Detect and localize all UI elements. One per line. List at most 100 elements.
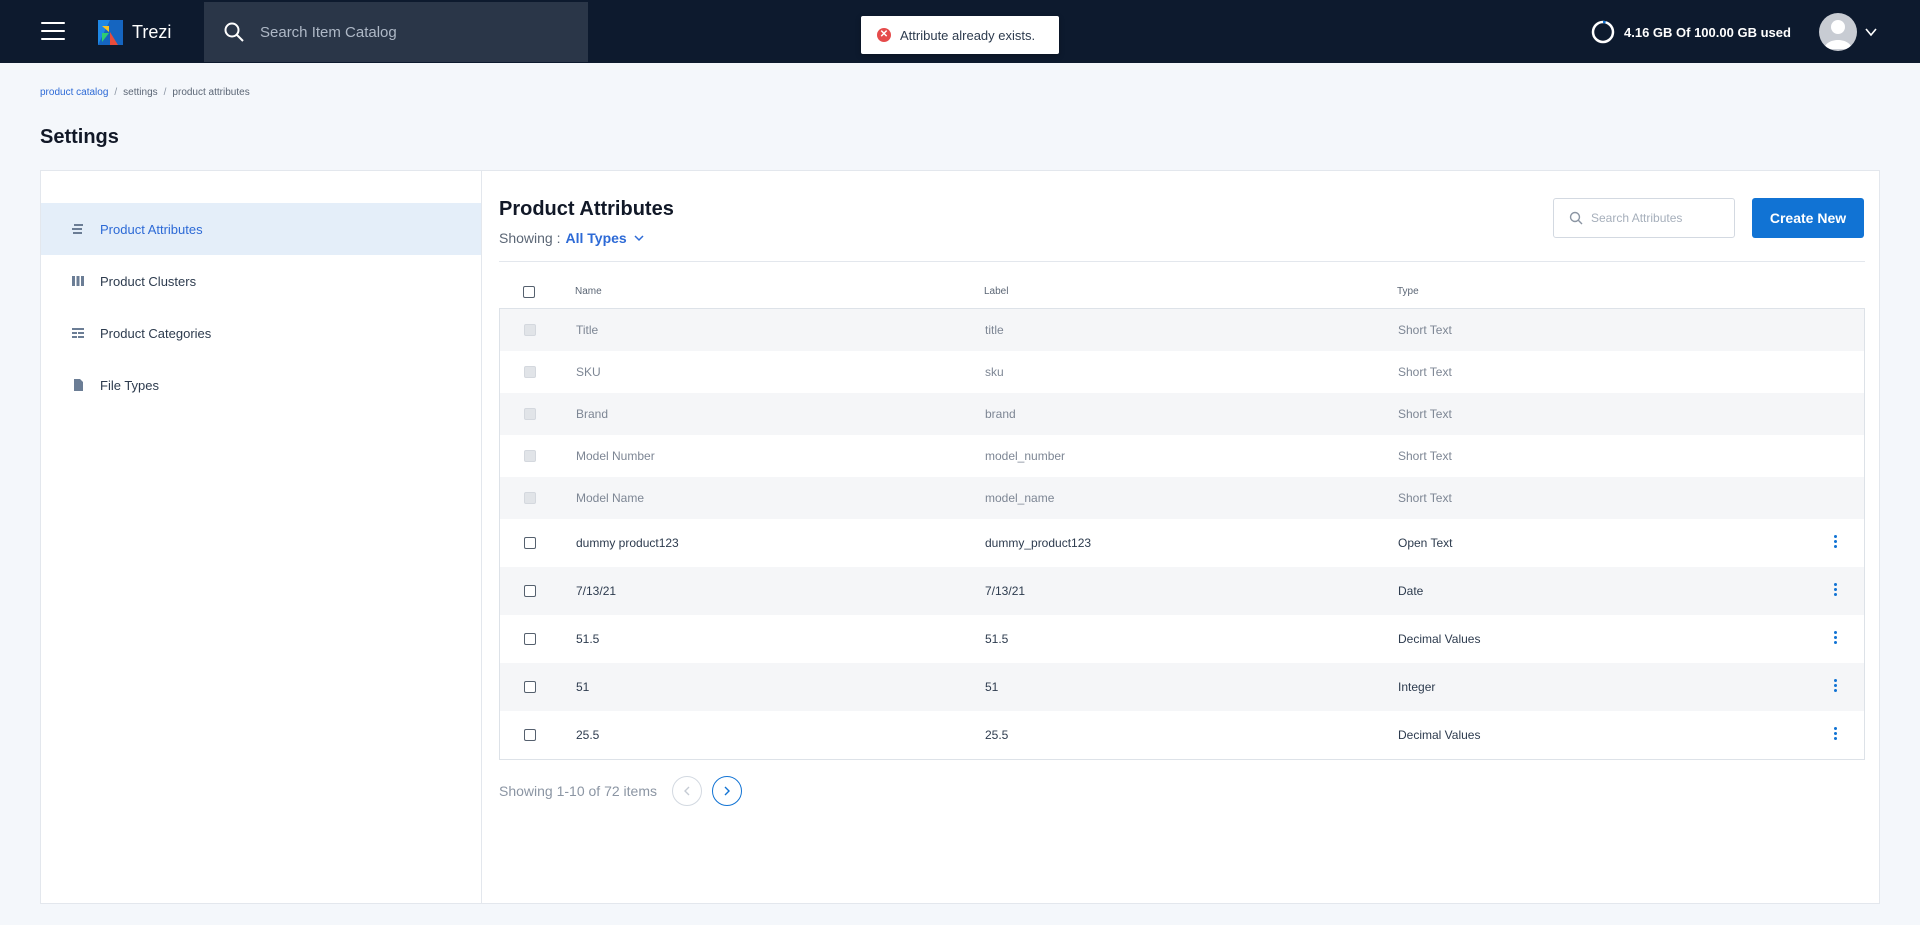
cell-name: 7/13/21: [576, 584, 617, 598]
table-row[interactable]: Model Name model_name Short Text: [500, 477, 1864, 519]
settings-sidebar: Product Attributes Product Clusters Prod…: [41, 171, 482, 903]
attribute-search-input[interactable]: [1591, 211, 1731, 225]
cell-name: 25.5: [576, 728, 600, 742]
row-actions-kebab-icon[interactable]: [1831, 727, 1839, 743]
row-checkbox[interactable]: [524, 585, 536, 597]
breadcrumb-separator: /: [163, 87, 167, 98]
table-row[interactable]: Model Number model_number Short Text: [500, 435, 1864, 477]
column-header-type: Type: [1397, 286, 1419, 297]
table-row[interactable]: Title title Short Text: [500, 309, 1864, 351]
cell-label: 25.5: [985, 728, 1009, 742]
row-checkbox: [524, 492, 536, 504]
table-row[interactable]: SKU sku Short Text: [500, 351, 1864, 393]
categories-icon: [72, 328, 84, 338]
breadcrumb: product catalog / settings / product att…: [40, 87, 250, 98]
row-checkbox: [524, 408, 536, 420]
cell-label: 7/13/21: [985, 584, 1026, 598]
showing-label: Showing :: [499, 230, 561, 246]
table-row[interactable]: 51 51 Integer: [500, 663, 1864, 711]
cell-label: model_name: [985, 491, 1055, 505]
section-title: Product Attributes: [499, 198, 674, 220]
row-checkbox[interactable]: [524, 633, 536, 645]
cell-name: Title: [576, 323, 599, 337]
user-avatar[interactable]: [1819, 13, 1857, 51]
type-filter-dropdown[interactable]: All Types: [565, 230, 644, 246]
chevron-right-icon: [724, 786, 730, 796]
row-actions-kebab-icon[interactable]: [1831, 631, 1839, 647]
top-navigation-bar: Trezi ✕ Attribute already exists. 4.16 G…: [0, 0, 1920, 63]
brand-name: Trezi: [132, 22, 172, 42]
attributes-table-body: Title title Short Text SKU sku Short Text Bran…: [499, 308, 1865, 760]
row-checkbox: [524, 324, 536, 336]
cell-type: Short Text: [1398, 323, 1452, 337]
sidebar-item-product-categories[interactable]: Product Categories: [41, 307, 481, 359]
cell-type: Short Text: [1398, 491, 1452, 505]
attributes-panel: Product Attributes Showing : All Types C…: [499, 171, 1865, 903]
cell-type: Short Text: [1398, 365, 1452, 379]
next-page-button[interactable]: [711, 776, 742, 806]
table-row[interactable]: 25.5 25.5 Decimal Values: [500, 711, 1864, 759]
sidebar-item-product-clusters[interactable]: Product Clusters: [41, 255, 481, 307]
type-filter-row: Showing : All Types: [499, 230, 645, 246]
sidebar-item-label: Product Attributes: [100, 221, 203, 237]
page-title: Settings: [40, 126, 119, 148]
cell-label: model_number: [985, 449, 1066, 463]
user-icon: [1824, 20, 1852, 49]
cell-type: Short Text: [1398, 449, 1452, 463]
cell-name: SKU: [576, 365, 601, 379]
create-new-button[interactable]: Create New: [1752, 198, 1864, 238]
row-checkbox[interactable]: [524, 681, 536, 693]
row-checkbox: [524, 450, 536, 462]
row-actions-kebab-icon[interactable]: [1831, 679, 1839, 695]
table-header: Name Label Type: [499, 281, 1865, 303]
column-header-label: Label: [984, 286, 1009, 297]
previous-page-button[interactable]: [671, 776, 702, 806]
sidebar-item-file-types[interactable]: File Types: [41, 359, 481, 411]
cell-label: dummy_product123: [985, 536, 1092, 550]
breadcrumb-product-catalog[interactable]: product catalog: [40, 87, 108, 98]
cell-type: Integer: [1398, 680, 1436, 694]
select-all-checkbox[interactable]: [523, 286, 535, 298]
cell-label: 51: [985, 680, 999, 694]
attribute-search-box[interactable]: [1553, 198, 1735, 238]
catalog-search-input[interactable]: [260, 23, 560, 41]
type-filter-value: All Types: [565, 230, 627, 246]
cell-type: Decimal Values: [1398, 728, 1481, 742]
cell-type: Date: [1398, 584, 1424, 598]
cell-type: Short Text: [1398, 407, 1452, 421]
chevron-down-icon: [634, 235, 644, 242]
chevron-left-icon: [683, 786, 690, 796]
breadcrumb-separator: /: [114, 87, 118, 98]
table-row[interactable]: 7/13/21 7/13/21 Date: [500, 567, 1864, 615]
row-checkbox: [524, 366, 536, 378]
sidebar-item-label: Product Clusters: [100, 273, 197, 289]
table-row[interactable]: dummy product123 dummy_product123 Open Tex…: [500, 519, 1864, 567]
cell-name: 51.5: [576, 632, 600, 646]
cell-label: 51.5: [985, 632, 1009, 646]
clusters-icon: [72, 276, 84, 286]
app-logo[interactable]: Trezi: [98, 20, 171, 45]
table-row[interactable]: 51.5 51.5 Decimal Values: [500, 615, 1864, 663]
cell-name: Brand: [576, 407, 609, 421]
search-icon: [1569, 211, 1583, 225]
toast-message: Attribute already exists.: [900, 27, 1036, 43]
row-actions-kebab-icon[interactable]: [1831, 583, 1839, 599]
settings-card: Product Attributes Product Clusters Prod…: [40, 170, 1880, 904]
row-checkbox[interactable]: [524, 537, 536, 549]
pagination-summary: Showing 1-10 of 72 items: [499, 783, 657, 799]
sidebar-item-label: Product Categories: [100, 325, 212, 341]
hamburger-menu-icon[interactable]: [41, 22, 65, 40]
catalog-search-bar[interactable]: [204, 2, 588, 62]
table-row[interactable]: Brand brand Short Text: [500, 393, 1864, 435]
chevron-down-icon[interactable]: [1863, 24, 1879, 40]
row-actions-kebab-icon[interactable]: [1831, 535, 1839, 551]
column-header-name: Name: [575, 286, 602, 297]
sidebar-item-product-attributes[interactable]: Product Attributes: [41, 203, 481, 255]
cell-name: 51: [576, 680, 590, 694]
row-checkbox[interactable]: [524, 729, 536, 741]
cell-label: sku: [985, 365, 1004, 379]
cell-label: brand: [985, 407, 1016, 421]
cell-name: Model Name: [576, 491, 645, 505]
cell-name: Model Number: [576, 449, 655, 463]
error-x-icon[interactable]: ✕: [877, 28, 891, 42]
